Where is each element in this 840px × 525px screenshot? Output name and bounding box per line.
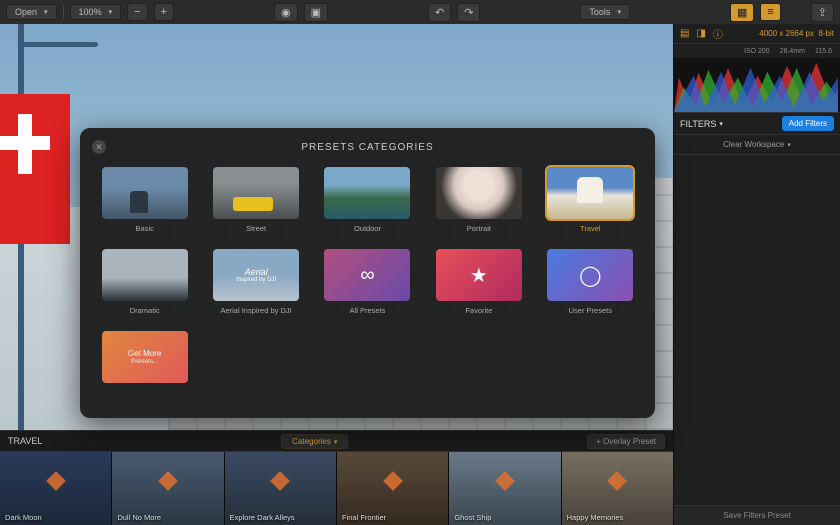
export-button[interactable]: ⇪ — [811, 3, 834, 22]
preset-category-aerial-inspired-by-dji[interactable]: AerialInspired by DJI Aerial Inspired by … — [209, 249, 302, 315]
user-presets-icon: ◯ — [579, 263, 601, 288]
preset-thumbnail: AerialInspired by DJI — [213, 249, 299, 301]
filters-label: FILTERS — [680, 119, 716, 129]
all-presets-icon: ∞ — [360, 264, 374, 287]
preview-icon[interactable]: ◉ — [274, 3, 298, 22]
thumb-label: Final Frontier — [342, 513, 386, 522]
overlay-preset-button[interactable]: + Overlay Preset — [587, 434, 665, 449]
thumb-label: Explore Dark Alleys — [230, 513, 295, 522]
preset-label: Aerial Inspired by DJI — [220, 306, 291, 315]
add-filters-button[interactable]: Add Filters — [782, 116, 834, 131]
preset-label: Basic — [136, 224, 154, 233]
compare-icon[interactable]: ▣ — [304, 3, 328, 22]
preset-category-all-presets[interactable]: ∞ All Presets — [321, 249, 414, 315]
get-more-presets[interactable]: Get MorePresets... — [98, 331, 191, 383]
zoom-menu[interactable]: 100% — [70, 4, 122, 20]
preset-thumb-ghost-ship[interactable]: Ghost Ship — [449, 452, 561, 525]
preset-thumbs: Dark Moon Dull No More Explore Dark Alleys… — [0, 452, 673, 525]
preset-category-user-presets[interactable]: ◯ User Presets — [544, 249, 637, 315]
thumb-label: Dull No More — [117, 513, 161, 522]
histogram-icon[interactable]: ◨ — [696, 28, 705, 39]
filters-header: FILTERS▾ Add Filters — [674, 113, 840, 135]
preset-filmstrip: TRAVEL Categories + Overlay Preset Dark … — [0, 430, 673, 525]
modal-title: PRESETS CATEGORIES — [98, 142, 637, 153]
preset-thumb-explore-dark-alleys[interactable]: Explore Dark Alleys — [225, 452, 337, 525]
undo-button[interactable]: ↶ — [428, 3, 451, 22]
filmstrip-title: TRAVEL — [8, 436, 42, 446]
preset-label: All Presets — [350, 306, 386, 315]
preset-label: Portrait — [467, 224, 491, 233]
preset-category-outdoor[interactable]: Outdoor — [321, 167, 414, 233]
preset-label: Outdoor — [354, 224, 381, 233]
preset-category-favorite[interactable]: ★ Favorite — [432, 249, 525, 315]
focal-label: 28.4mm — [780, 48, 805, 55]
flag-graphic — [0, 94, 70, 244]
favorite-icon: ★ — [470, 263, 488, 288]
zoom-out-button[interactable]: − — [127, 3, 147, 21]
preset-thumbnail — [102, 249, 188, 301]
separator — [63, 5, 64, 19]
zoom-in-button[interactable]: + — [154, 3, 174, 21]
preset-thumbnail — [324, 167, 410, 219]
preset-label: User Presets — [569, 306, 612, 315]
preset-grid: Basic Street Outdoor Portrait Travel Dramatic… — [98, 167, 637, 383]
preset-category-portrait[interactable]: Portrait — [432, 167, 525, 233]
preset-label: Travel — [580, 224, 601, 233]
open-menu[interactable]: Open — [6, 4, 57, 20]
presets-categories-modal: ✕ PRESETS CATEGORIES Basic Street Outdoor P… — [80, 128, 655, 418]
filmstrip-header: TRAVEL Categories + Overlay Preset — [0, 430, 673, 452]
thumb-label: Happy Memories — [567, 513, 624, 522]
right-sidebar: ▤ ◨ ⓘ 4000 x 2664 px 8-bit ISO 200 28.4m… — [673, 24, 840, 525]
preset-category-street[interactable]: Street — [209, 167, 302, 233]
get-more-tile: Get MorePresets... — [102, 331, 188, 383]
info-icon[interactable]: ⓘ — [713, 26, 723, 41]
preset-category-travel[interactable]: Travel — [544, 167, 637, 233]
image-dimensions: 4000 x 2664 px 8-bit — [759, 29, 834, 38]
preset-label: Favorite — [465, 306, 492, 315]
thumb-label: Ghost Ship — [454, 513, 491, 522]
sidebar-tab-row: ▤ ◨ ⓘ 4000 x 2664 px 8-bit — [674, 24, 840, 44]
preset-thumbnail — [102, 167, 188, 219]
panel-grid-icon[interactable]: ▦ — [730, 3, 754, 22]
meta-value: 115.6 — [815, 48, 832, 55]
preset-category-dramatic[interactable]: Dramatic — [98, 249, 191, 315]
preset-label: Dramatic — [130, 306, 160, 315]
close-icon[interactable]: ✕ — [92, 140, 106, 154]
preset-thumb-final-frontier[interactable]: Final Frontier — [337, 452, 449, 525]
redo-button[interactable]: ↷ — [457, 3, 480, 22]
preset-category-basic[interactable]: Basic — [98, 167, 191, 233]
tools-menu[interactable]: Tools — [580, 4, 630, 20]
preset-thumb-happy-memories[interactable]: Happy Memories — [562, 452, 673, 525]
clear-workspace-button[interactable]: Clear Workspace — [674, 135, 840, 155]
categories-button[interactable]: Categories — [281, 434, 348, 449]
preset-thumbnail: ★ — [436, 249, 522, 301]
preset-thumbnail: ◯ — [547, 249, 633, 301]
histogram[interactable] — [674, 58, 840, 113]
save-filters-preset-button[interactable]: Save Filters Preset — [674, 505, 840, 525]
preset-thumbnail — [213, 167, 299, 219]
preset-thumbnail — [436, 167, 522, 219]
preset-label: Street — [246, 224, 266, 233]
image-meta: ISO 200 28.4mm 115.6 — [674, 44, 840, 58]
preset-thumb-dull-no-more[interactable]: Dull No More — [112, 452, 224, 525]
iso-label: ISO 200 — [744, 48, 770, 55]
layers-icon[interactable]: ▤ — [680, 28, 689, 39]
top-toolbar: Open 100% − + ◉ ▣ ↶ ↷ Tools ▦ ≡ ⇪ — [0, 0, 840, 24]
thumb-label: Dark Moon — [5, 513, 42, 522]
preset-thumbnail: ∞ — [324, 249, 410, 301]
panel-sliders-icon[interactable]: ≡ — [760, 3, 780, 21]
preset-thumbnail — [547, 167, 633, 219]
preset-thumb-dark-moon[interactable]: Dark Moon — [0, 452, 112, 525]
